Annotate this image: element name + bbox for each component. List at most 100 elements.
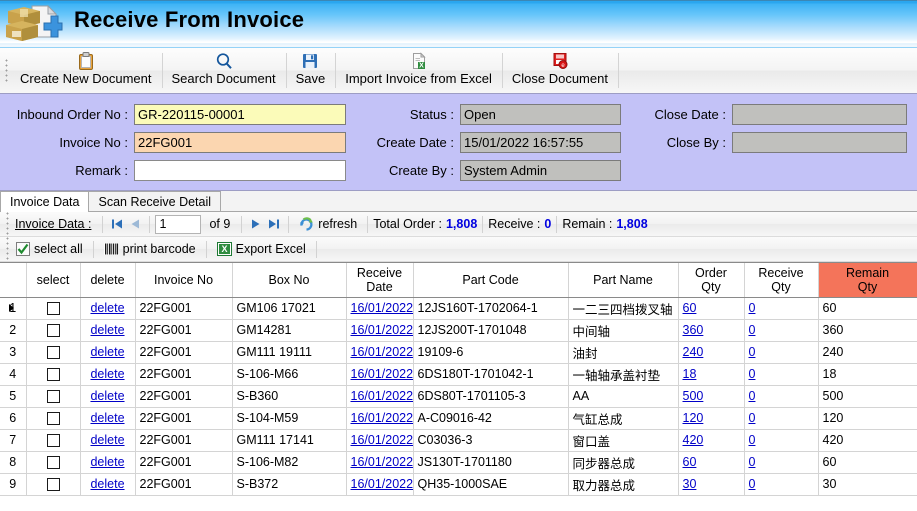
table-row[interactable]: 3 delete 22FG001 GM111 19111 16/01/2022 19109…	[0, 341, 917, 364]
receive-qty-cell-link[interactable]: 0	[749, 477, 756, 491]
column-header-order-qty[interactable]: Order Qty	[678, 263, 745, 298]
row-select-checkbox[interactable]	[46, 346, 60, 360]
order-qty-cell-link[interactable]: 500	[683, 389, 704, 403]
column-header-part-code[interactable]: Part Code	[413, 263, 569, 298]
row-header-cell[interactable]: 3	[0, 341, 27, 364]
receive-date-cell[interactable]: 16/01/2022	[346, 341, 414, 364]
receive-date-cell[interactable]: 16/01/2022	[346, 407, 414, 430]
column-header-delete[interactable]: delete	[80, 263, 136, 298]
table-row[interactable]: 6 delete 22FG001 S-104-M59 16/01/2022 A-C0901…	[0, 407, 917, 430]
tab-scan-receive-detail[interactable]: Scan Receive Detail	[88, 191, 222, 211]
order-qty-cell[interactable]: 240	[678, 341, 745, 364]
delete-link[interactable]: delete	[90, 477, 124, 491]
receive-date-cell[interactable]: 16/01/2022	[346, 451, 414, 474]
receive-qty-cell[interactable]: 0	[744, 319, 819, 342]
row-delete-cell[interactable]: delete	[80, 297, 136, 320]
receive-date-cell[interactable]: 16/01/2022	[346, 297, 414, 320]
select-all-button[interactable]: select all	[11, 242, 88, 256]
receive-date-cell-link[interactable]: 16/01/2022	[351, 411, 413, 425]
receive-date-cell-link[interactable]: 16/01/2022	[351, 477, 413, 491]
close-document-button[interactable]: e Close Document	[501, 48, 618, 93]
row-delete-cell[interactable]: delete	[80, 407, 136, 430]
order-qty-cell-link[interactable]: 360	[683, 323, 704, 337]
export-excel-button[interactable]: X Export Excel	[212, 242, 311, 256]
row-delete-cell[interactable]: delete	[80, 473, 136, 496]
column-header-box-no[interactable]: Box No	[232, 263, 347, 298]
receive-date-cell-link[interactable]: 16/01/2022	[351, 323, 413, 337]
first-page-icon[interactable]	[108, 215, 126, 233]
order-qty-cell[interactable]: 420	[678, 429, 745, 452]
receive-date-cell-link[interactable]: 16/01/2022	[351, 345, 413, 359]
receive-qty-cell-link[interactable]: 0	[749, 323, 756, 337]
table-row[interactable]: 2 delete 22FG001 GM14281 16/01/2022 12JS200T-…	[0, 319, 917, 342]
receive-qty-cell-link[interactable]: 0	[749, 389, 756, 403]
row-header-cell[interactable]: 9	[0, 473, 27, 496]
table-row[interactable]: 7 delete 22FG001 GM111 17141 16/01/2022 C0303…	[0, 429, 917, 452]
row-select-checkbox[interactable]	[46, 456, 60, 470]
row-select-cell[interactable]	[26, 297, 81, 320]
row-header-cell[interactable]: 5	[0, 385, 27, 408]
receive-qty-cell[interactable]: 0	[744, 407, 819, 430]
print-barcode-button[interactable]: print barcode	[99, 242, 201, 256]
prev-page-icon[interactable]	[126, 215, 144, 233]
receive-qty-cell-link[interactable]: 0	[749, 345, 756, 359]
next-page-icon[interactable]	[247, 215, 265, 233]
invoice-no-input[interactable]	[134, 132, 346, 153]
receive-date-cell[interactable]: 16/01/2022	[346, 363, 414, 386]
order-qty-cell-link[interactable]: 60	[683, 301, 697, 315]
receive-qty-cell[interactable]: 0	[744, 341, 819, 364]
order-qty-cell-link[interactable]: 240	[683, 345, 704, 359]
search-document-button[interactable]: Search Document	[161, 48, 286, 93]
receive-qty-cell-link[interactable]: 0	[749, 433, 756, 447]
order-qty-cell[interactable]: 60	[678, 451, 745, 474]
column-header-rownum[interactable]	[0, 263, 27, 298]
delete-link[interactable]: delete	[90, 389, 124, 403]
row-delete-cell[interactable]: delete	[80, 363, 136, 386]
page-number-input[interactable]	[155, 214, 202, 234]
row-header-cell[interactable]: 1	[0, 297, 27, 320]
toolbar-grip[interactable]	[2, 48, 10, 93]
receive-date-cell[interactable]: 16/01/2022	[346, 319, 414, 342]
action-bar-grip[interactable]	[3, 236, 11, 262]
invoice-data-grid[interactable]: select delete Invoice No Box No Receive …	[0, 262, 917, 511]
order-qty-cell-link[interactable]: 60	[683, 455, 697, 469]
column-header-receive-date[interactable]: Receive Date	[346, 263, 414, 298]
navigator-grip[interactable]	[3, 211, 11, 237]
receive-date-cell-link[interactable]: 16/01/2022	[351, 433, 413, 447]
row-select-cell[interactable]	[26, 341, 81, 364]
receive-qty-cell-link[interactable]: 0	[749, 411, 756, 425]
order-qty-cell-link[interactable]: 18	[683, 367, 697, 381]
receive-date-cell[interactable]: 16/01/2022	[346, 429, 414, 452]
order-qty-cell[interactable]: 18	[678, 363, 745, 386]
delete-link[interactable]: delete	[90, 345, 124, 359]
receive-date-cell-link[interactable]: 16/01/2022	[351, 301, 413, 315]
column-header-invoice-no[interactable]: Invoice No	[135, 263, 233, 298]
row-select-checkbox[interactable]	[46, 412, 60, 426]
order-qty-cell-link[interactable]: 120	[683, 411, 704, 425]
receive-qty-cell-link[interactable]: 0	[749, 301, 756, 315]
create-new-document-button[interactable]: Create New Document	[10, 48, 162, 93]
receive-date-cell-link[interactable]: 16/01/2022	[351, 389, 413, 403]
delete-link[interactable]: delete	[90, 323, 124, 337]
row-select-cell[interactable]	[26, 385, 81, 408]
row-select-cell[interactable]	[26, 451, 81, 474]
order-qty-cell[interactable]: 500	[678, 385, 745, 408]
row-delete-cell[interactable]: delete	[80, 341, 136, 364]
receive-qty-cell[interactable]: 0	[744, 429, 819, 452]
row-delete-cell[interactable]: delete	[80, 385, 136, 408]
last-page-icon[interactable]	[265, 215, 283, 233]
receive-date-cell-link[interactable]: 16/01/2022	[351, 455, 413, 469]
receive-date-cell-link[interactable]: 16/01/2022	[351, 367, 413, 381]
table-row[interactable]: 5 delete 22FG001 S-B360 16/01/2022 6DS80T-170…	[0, 385, 917, 408]
row-select-checkbox[interactable]	[46, 434, 60, 448]
row-header-cell[interactable]: 2	[0, 319, 27, 342]
row-select-cell[interactable]	[26, 319, 81, 342]
receive-qty-cell[interactable]: 0	[744, 451, 819, 474]
column-header-remain-qty[interactable]: Remain Qty	[818, 263, 917, 298]
receive-qty-cell-link[interactable]: 0	[749, 367, 756, 381]
save-button[interactable]: Save	[285, 48, 336, 93]
order-qty-cell[interactable]: 30	[678, 473, 745, 496]
order-qty-cell-link[interactable]: 30	[683, 477, 697, 491]
remark-input[interactable]	[134, 160, 346, 181]
row-select-cell[interactable]	[26, 429, 81, 452]
